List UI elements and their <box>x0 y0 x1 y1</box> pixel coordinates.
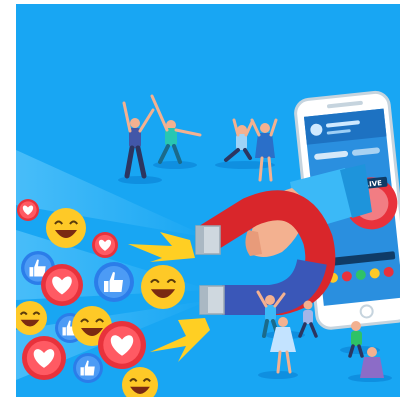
social-media-attraction-illustration: LIVE <box>0 0 400 397</box>
laughing-emoji-icon <box>141 265 185 309</box>
heart-icon <box>92 232 118 258</box>
heart-icon <box>17 199 39 221</box>
laughing-emoji-icon <box>46 208 86 248</box>
thumbs-up-icon <box>94 262 134 302</box>
heart-icon <box>22 336 66 380</box>
laughing-emoji-icon <box>16 301 47 335</box>
heart-icon <box>41 264 83 306</box>
thumbs-up-icon <box>73 353 103 383</box>
heart-icon <box>98 321 146 369</box>
